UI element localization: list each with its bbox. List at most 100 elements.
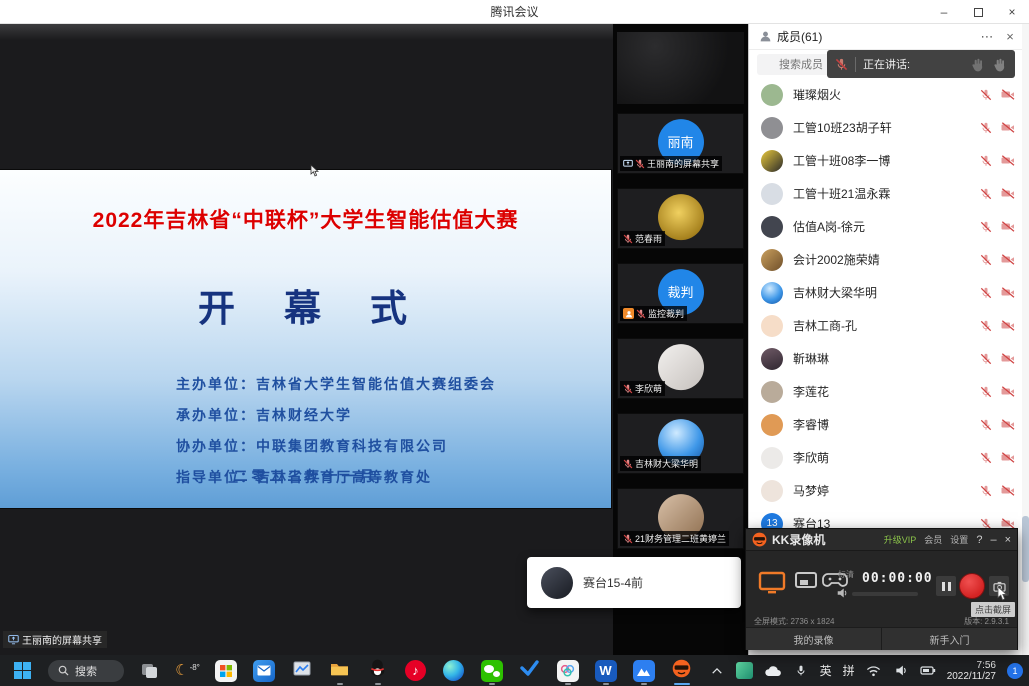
mic-muted-icon[interactable] (980, 155, 992, 167)
microphone-icon[interactable] (793, 663, 809, 678)
video-tile[interactable]: 范春雨 (617, 188, 744, 249)
word-app-button[interactable]: W (593, 658, 618, 683)
mic-muted-icon[interactable] (980, 485, 992, 497)
camera-off-icon[interactable] (1001, 353, 1015, 364)
wechat-app-button[interactable] (479, 658, 504, 683)
weather-widget[interactable]: ☾-8° (175, 658, 200, 683)
kk-recorder-taskbar-button[interactable] (669, 658, 694, 683)
raise-hand-icon[interactable] (992, 57, 1007, 72)
quality-label[interactable]: 标清 (838, 569, 854, 580)
beginner-guide-button[interactable]: 新手入门 (881, 628, 1017, 650)
mic-muted-icon[interactable] (980, 353, 992, 365)
member-row[interactable]: 工管十班08李一博 (749, 144, 1029, 177)
camera-off-icon[interactable] (1001, 287, 1015, 298)
camera-off-icon[interactable] (1001, 419, 1015, 430)
video-tile[interactable]: 丽南 王丽南的屏幕共享 (617, 113, 744, 174)
taskbar-clock[interactable]: 7:56 2022/11/27 (947, 660, 996, 682)
camera-off-icon[interactable] (1001, 155, 1015, 166)
tray-chevron-up-icon[interactable] (709, 666, 725, 676)
scrollbar-thumb[interactable] (1022, 516, 1029, 582)
kk-upgrade-vip[interactable]: 升级VIP (884, 533, 917, 546)
camera-off-icon[interactable] (1001, 122, 1015, 133)
mic-muted-icon[interactable] (980, 452, 992, 464)
mic-muted-icon[interactable] (980, 386, 992, 398)
member-row[interactable]: 李莲花 (749, 375, 1029, 408)
camera-off-icon[interactable] (1001, 485, 1015, 496)
mic-muted-icon[interactable] (980, 287, 992, 299)
ime-english-indicator[interactable]: 英 (820, 662, 832, 679)
edge-browser-button[interactable] (441, 658, 466, 683)
my-recordings-button[interactable]: 我的录像 (746, 628, 881, 650)
member-row[interactable]: 李睿博 (749, 408, 1029, 441)
close-panel-icon[interactable]: × (1001, 29, 1019, 44)
participant-notification[interactable]: 赛台15-4前 (527, 557, 741, 608)
minimize-button[interactable]: – (927, 0, 961, 24)
camera-off-icon[interactable] (1001, 221, 1015, 232)
kk-help-button[interactable]: ? (976, 534, 982, 546)
task-view-button[interactable] (137, 658, 162, 683)
members-scrollbar[interactable] (1022, 24, 1029, 655)
wifi-icon[interactable] (866, 665, 882, 677)
taskbar-search[interactable]: 搜索 (48, 660, 124, 682)
battery-icon[interactable] (920, 664, 936, 677)
fullscreen-record-mode-button[interactable] (758, 571, 786, 595)
mic-muted-icon[interactable] (980, 320, 992, 332)
member-row[interactable]: 靳琳琳 (749, 342, 1029, 375)
notification-count-badge[interactable]: 1 (1007, 663, 1023, 679)
member-avatar (761, 480, 783, 502)
mail-app-button[interactable] (251, 658, 276, 683)
member-row[interactable]: 吉林财大梁华明 (749, 276, 1029, 309)
member-row[interactable]: 李欣萌 (749, 441, 1029, 474)
member-row[interactable]: 估值A岗-徐元 (749, 210, 1029, 243)
ime-pinyin-indicator[interactable]: 拼 (843, 662, 855, 679)
camera-off-icon[interactable] (1001, 452, 1015, 463)
mic-muted-icon[interactable] (980, 122, 992, 134)
video-tile[interactable]: 21财务管理二班黄婷兰 (617, 488, 744, 549)
task-manager-button[interactable] (289, 658, 314, 683)
mic-muted-icon[interactable] (980, 254, 992, 266)
camera-off-icon[interactable] (1001, 386, 1015, 397)
mic-muted-icon[interactable] (980, 221, 992, 233)
onedrive-cloud-icon[interactable] (764, 665, 782, 677)
camera-off-icon[interactable] (1001, 320, 1015, 331)
mountain-app-button[interactable] (631, 658, 656, 683)
mic-muted-icon[interactable] (980, 89, 992, 101)
tencent-meeting-button[interactable] (517, 658, 542, 683)
video-tile-partial[interactable] (617, 32, 744, 104)
start-button[interactable] (10, 658, 35, 683)
video-tile[interactable]: 吉林财大梁华明 (617, 413, 744, 474)
kk-settings-menu[interactable]: 设置 (950, 533, 968, 546)
kk-close-button[interactable]: × (1005, 534, 1011, 546)
kk-minimize-button[interactable]: – (990, 534, 996, 546)
camera-off-icon[interactable] (1001, 89, 1015, 100)
mic-muted-icon[interactable] (980, 188, 992, 200)
tray-app-icon[interactable] (736, 662, 753, 679)
netease-music-button[interactable]: ♪ (403, 658, 428, 683)
kk-member-menu[interactable]: 会员 (924, 533, 942, 546)
qq-app-button[interactable] (365, 658, 390, 683)
pause-button[interactable] (936, 576, 956, 596)
member-row[interactable]: 工管十班21温永霖 (749, 177, 1029, 210)
speaker-icon[interactable] (836, 586, 848, 604)
more-options-icon[interactable]: ⋯ (978, 29, 996, 45)
window-record-mode-button[interactable] (794, 571, 818, 591)
microsoft-store-button[interactable] (213, 658, 238, 683)
member-row[interactable]: 璀璨烟火 (749, 78, 1029, 111)
file-explorer-button[interactable] (327, 658, 352, 683)
rings-app-button[interactable] (555, 658, 580, 683)
member-row[interactable]: 工管10班23胡子轩 (749, 111, 1029, 144)
close-button[interactable]: × (995, 0, 1029, 24)
video-tile[interactable]: 裁判 监控裁判 (617, 263, 744, 324)
video-tile[interactable]: 李欣萌 (617, 338, 744, 399)
member-row[interactable]: 会计2002施荣婧 (749, 243, 1029, 276)
mic-muted-icon[interactable] (980, 419, 992, 431)
camera-off-icon[interactable] (1001, 254, 1015, 265)
raise-hand-icon[interactable] (970, 57, 985, 72)
member-row[interactable]: 马梦婷 (749, 474, 1029, 507)
volume-icon[interactable] (893, 664, 909, 677)
volume-slider[interactable] (852, 592, 918, 596)
camera-off-icon[interactable] (1001, 188, 1015, 199)
maximize-button[interactable] (961, 0, 995, 24)
record-button[interactable] (959, 573, 985, 599)
member-row[interactable]: 吉林工商-孔 (749, 309, 1029, 342)
